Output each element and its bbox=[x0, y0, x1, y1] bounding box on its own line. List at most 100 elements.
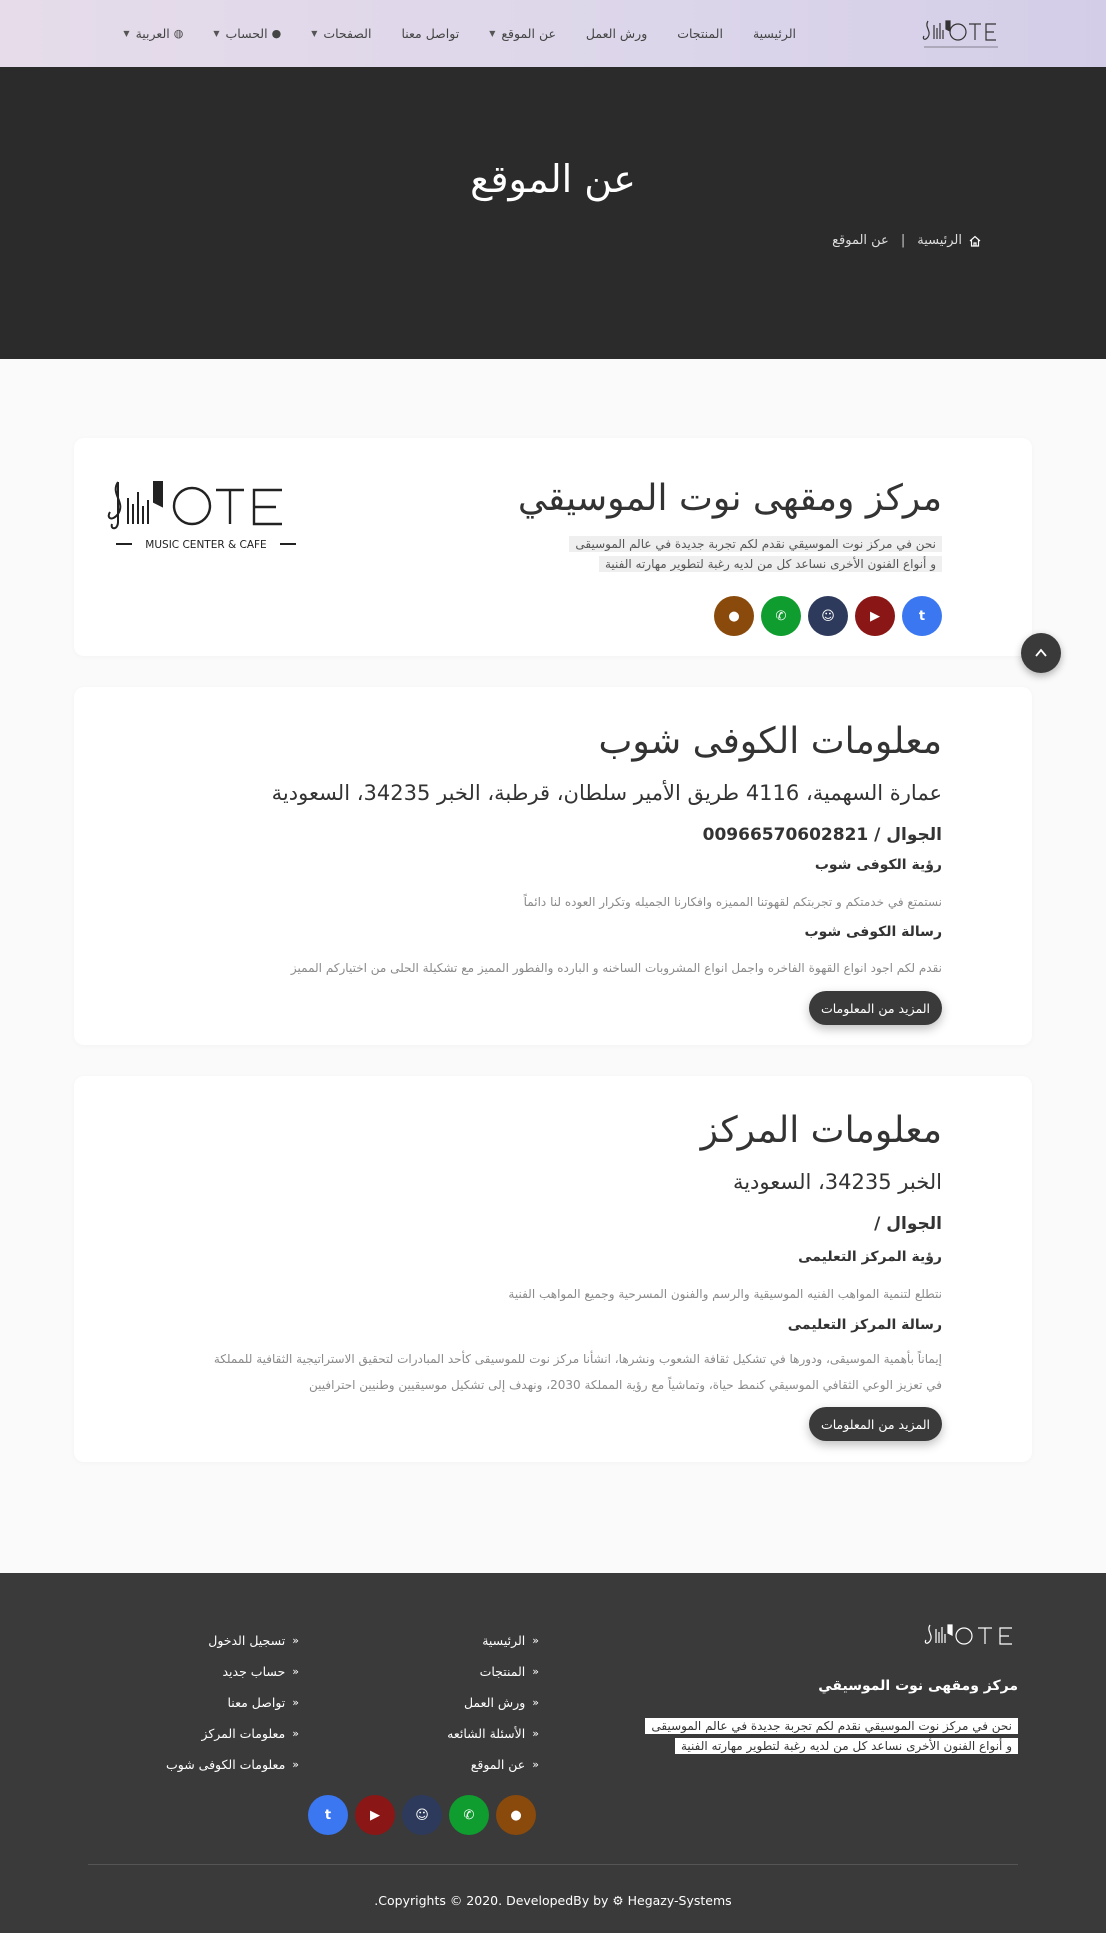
globe-icon: ◍ bbox=[173, 27, 184, 40]
nav-item-label: ورش العمل bbox=[585, 26, 648, 41]
double-chevron-left-icon: « bbox=[532, 1727, 539, 1740]
double-chevron-left-icon: « bbox=[292, 1758, 299, 1771]
nav-item-0[interactable]: الرئيسية bbox=[753, 26, 796, 41]
nav-item-label: الصفحات bbox=[323, 26, 372, 41]
intro-desc-line1: نحن في مركز نوت الموسيقي نقدم لكم تجربة … bbox=[569, 536, 942, 552]
footer-link[interactable]: « تواصل معنا bbox=[166, 1687, 299, 1718]
double-chevron-left-icon: « bbox=[292, 1634, 299, 1647]
nav-item-label: العربية bbox=[135, 26, 170, 41]
note-logo[interactable] bbox=[920, 17, 1002, 51]
center-more-info-button[interactable]: المزيد من المعلومات bbox=[808, 1407, 942, 1441]
whatsapp-icon[interactable]: ✆ bbox=[761, 596, 801, 636]
breadcrumb-separator: | bbox=[900, 233, 906, 248]
footer-links-column-2: « تسجيل الدخول « حساب جديد « تواصل معنا « معلوم… bbox=[166, 1625, 299, 1780]
top-navbar: الرئيسية المنتجات ورش العمل عن الموقع ▼ تواصل… bbox=[0, 0, 1106, 67]
chat-icon[interactable]: ● bbox=[714, 596, 754, 636]
footer-link[interactable]: « الرئيسية bbox=[447, 1625, 539, 1656]
whatsapp-icon[interactable]: ✆ bbox=[449, 1795, 489, 1835]
footer-social-links: t ▶ ☺ ✆ ● bbox=[308, 1795, 543, 1835]
nav-item-label: الحساب bbox=[225, 26, 268, 41]
coffee-vision-text: نستمتع في خدمتكم و تجربتكم لقهوتنا الممي… bbox=[523, 895, 942, 909]
double-chevron-left-icon: « bbox=[532, 1665, 539, 1678]
intro-desc-line2: و أنواع الفنون الأخرى نساعد كل من لديه ر… bbox=[598, 556, 942, 572]
coffee-vision-title: رؤية الكوفى شوب bbox=[814, 857, 942, 873]
page-title: عن الموقع bbox=[470, 157, 636, 201]
center-mission-text: إيماناً بأهمية الموسيقى، ودورها في تشكيل… bbox=[152, 1346, 942, 1398]
chevron-up-icon bbox=[1035, 648, 1047, 657]
footer-links-column-1: « الرئيسية « المنتجات « ورش العمل « الأسئلة الش… bbox=[447, 1625, 539, 1780]
footer-link[interactable]: « حساب جديد bbox=[166, 1656, 300, 1687]
breadcrumb-home-link[interactable]: الرئيسية bbox=[917, 233, 962, 248]
center-phone: الجوال / bbox=[874, 1214, 942, 1234]
center-info-card: معلومات المركز الخبر 34235، السعودية الج… bbox=[74, 1076, 1032, 1462]
caret-down-icon: ▼ bbox=[311, 29, 318, 38]
footer-description: نحن في مركز نوت الموسيقي نقدم لكم تجربة … bbox=[618, 1716, 1018, 1756]
center-mission-line2: في تعزيز الوعي الثقافي الموسيقي كنمط حيا… bbox=[309, 1378, 942, 1392]
developer-link[interactable]: Hegazy-Systems bbox=[628, 1893, 732, 1908]
center-address: الخبر 34235، السعودية bbox=[732, 1170, 942, 1194]
logo-subtitle: MUSIC CENTER & CAFE bbox=[145, 539, 266, 551]
nav-item-5[interactable]: الصفحات ▼ bbox=[311, 26, 371, 41]
nav-item-label: الرئيسية bbox=[752, 26, 796, 41]
intro-card: مركز ومقهى نوت الموسيقي نحن في مركز نوت … bbox=[74, 438, 1032, 656]
intro-description: نحن في مركز نوت الموسيقي نقدم لكم تجربة … bbox=[522, 534, 942, 574]
caret-down-icon: ▼ bbox=[213, 29, 220, 38]
nav-item-7[interactable]: ◍ العربية ▼ bbox=[123, 26, 183, 41]
scroll-to-top-button[interactable] bbox=[1021, 633, 1061, 673]
footer-note-logo[interactable] bbox=[922, 1621, 1018, 1655]
social-links: t ▶ ☺ ✆ ● bbox=[707, 596, 942, 636]
footer-desc-line1: نحن في مركز نوت الموسيقي نقدم لكم تجربة … bbox=[645, 1718, 1018, 1734]
caret-down-icon: ▼ bbox=[123, 29, 130, 38]
home-icon bbox=[969, 235, 981, 247]
footer-link-label: ورش العمل bbox=[463, 1695, 526, 1710]
nav-item-4[interactable]: تواصل معنا bbox=[401, 26, 459, 41]
twitter-icon[interactable]: t bbox=[308, 1795, 348, 1835]
nav-item-2[interactable]: ورش العمل bbox=[586, 26, 647, 41]
double-chevron-left-icon: « bbox=[292, 1665, 299, 1678]
footer-link-label: الرئيسية bbox=[482, 1633, 526, 1648]
note-music-center-logo: MUSIC CENTER & CAFE bbox=[107, 481, 296, 551]
snapchat-icon[interactable]: ☺ bbox=[402, 1795, 442, 1835]
double-chevron-left-icon: « bbox=[532, 1634, 539, 1647]
nav-item-3[interactable]: عن الموقع ▼ bbox=[489, 26, 556, 41]
footer-link[interactable]: « ورش العمل bbox=[447, 1687, 539, 1718]
footer-link-label: تواصل معنا bbox=[227, 1695, 286, 1710]
site-footer: مركز ومقهى نوت الموسيقي نحن في مركز نوت … bbox=[0, 1573, 1106, 1933]
coffee-phone: الجوال / 00966570602821 bbox=[702, 825, 942, 845]
footer-link[interactable]: « تسجيل الدخول bbox=[166, 1625, 299, 1656]
footer-link[interactable]: « الأسئلة الشائعه bbox=[447, 1718, 539, 1749]
nav-item-1[interactable]: المنتجات bbox=[677, 26, 723, 41]
nav-item-6[interactable]: ● الحساب ▼ bbox=[213, 26, 281, 41]
footer-divider bbox=[88, 1864, 1018, 1865]
double-chevron-left-icon: « bbox=[292, 1696, 299, 1709]
chat-icon[interactable]: ● bbox=[496, 1795, 536, 1835]
page-hero: عن الموقع الرئيسية | عن الموقع bbox=[0, 67, 1106, 359]
coffee-mission-title: رسالة الكوفى شوب bbox=[804, 924, 943, 940]
coffee-address: عمارة السهمية، 4116 طريق الأمير سلطان، ق… bbox=[271, 781, 942, 805]
main-menu: الرئيسية المنتجات ورش العمل عن الموقع ▼ تواصل… bbox=[93, 0, 796, 67]
footer-link-label: تسجيل الدخول bbox=[208, 1633, 286, 1648]
footer-link[interactable]: « المنتجات bbox=[447, 1656, 539, 1687]
double-chevron-left-icon: « bbox=[532, 1696, 539, 1709]
footer-link[interactable]: « معلومات المركز bbox=[166, 1718, 299, 1749]
coffee-more-info-button[interactable]: المزيد من المعلومات bbox=[808, 991, 942, 1025]
footer-link[interactable]: « معلومات الكوفى شوب bbox=[166, 1749, 299, 1780]
nav-item-label: تواصل معنا bbox=[401, 26, 460, 41]
footer-link-label: معلومات المركز bbox=[201, 1726, 286, 1741]
breadcrumb-current: عن الموقع bbox=[832, 233, 889, 248]
coffee-mission-text: نقدم لكم اجود انواع القهوة الفاخره واجمل… bbox=[290, 961, 942, 975]
footer-link-label: حساب جديد bbox=[222, 1664, 286, 1679]
youtube-icon[interactable]: ▶ bbox=[355, 1795, 395, 1835]
snapchat-icon[interactable]: ☺ bbox=[808, 596, 848, 636]
center-mission-title: رسالة المركز التعليمى bbox=[787, 1317, 942, 1333]
coffee-info-card: معلومات الكوفى شوب عمارة السهمية، 4116 ط… bbox=[74, 687, 1032, 1045]
center-vision-text: نتطلع لتنمية المواهب الفنيه الموسيقية وا… bbox=[508, 1287, 942, 1301]
footer-link[interactable]: « عن الموقع bbox=[447, 1749, 539, 1780]
copyright-text: .Copyrights © 2020. DevelopedBy by bbox=[374, 1893, 609, 1908]
double-chevron-left-icon: « bbox=[532, 1758, 539, 1771]
copyright: .Copyrights © 2020. DevelopedBy by ⚙ Heg… bbox=[0, 1893, 1106, 1908]
twitter-icon[interactable]: t bbox=[902, 596, 942, 636]
footer-desc-line2: و أنواع الفنون الأخرى نساعد كل من لديه ر… bbox=[674, 1738, 1018, 1754]
nav-item-label: المنتجات bbox=[677, 26, 723, 41]
youtube-icon[interactable]: ▶ bbox=[855, 596, 895, 636]
